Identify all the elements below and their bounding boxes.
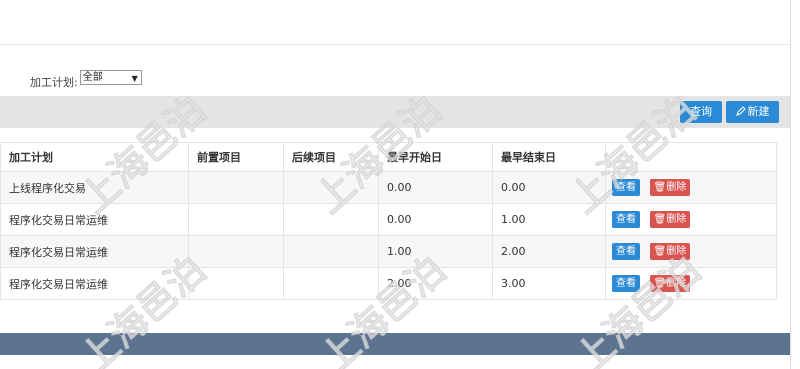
filter-label: 加工计划:: [30, 76, 78, 89]
plan-table: 加工计划 前置项目 后续项目 最早开始日 最早结束日 上线程序化交易 0.00 …: [0, 142, 777, 300]
view-button[interactable]: 查看: [612, 179, 640, 196]
delete-button[interactable]: 🗑删除: [649, 275, 691, 292]
trash-icon: 🗑: [653, 182, 667, 193]
query-button-label: 查询: [690, 105, 712, 118]
cell-start: 2.00: [378, 267, 493, 300]
header-plan: 加工计划: [0, 142, 189, 172]
cell-next: [283, 203, 379, 236]
cell-plan: 程序化交易日常运维: [0, 203, 189, 236]
cell-actions: 查看 🗑删除: [605, 267, 777, 300]
table-header-row: 加工计划 前置项目 后续项目 最早开始日 最早结束日: [0, 142, 777, 172]
cell-next: [283, 235, 379, 268]
cell-end: 0.00: [492, 171, 606, 204]
table-row: 程序化交易日常运维 2.00 3.00 查看 🗑删除: [0, 267, 777, 300]
cell-pre: [188, 235, 284, 268]
header-end: 最早结束日: [492, 142, 606, 172]
delete-button[interactable]: 🗑删除: [649, 211, 691, 228]
cell-actions: 查看 🗑删除: [605, 203, 777, 236]
plan-filter-select[interactable]: 全部 ▼: [79, 70, 142, 85]
table-row: 程序化交易日常运维 0.00 1.00 查看 🗑删除: [0, 203, 777, 236]
trash-icon: 🗑: [653, 278, 667, 289]
cell-start: 0.00: [378, 171, 493, 204]
cell-plan: 程序化交易日常运维: [0, 267, 189, 300]
view-button[interactable]: 查看: [612, 275, 640, 292]
new-button-label: 新建: [747, 105, 770, 118]
delete-button[interactable]: 🗑删除: [649, 179, 691, 196]
cell-actions: 查看 🗑删除: [605, 171, 777, 204]
cell-start: 0.00: [378, 203, 493, 236]
cell-pre: [188, 203, 284, 236]
delete-button[interactable]: 🗑删除: [649, 243, 691, 260]
cell-next: [283, 171, 379, 204]
cell-next: [283, 267, 379, 300]
cell-actions: 查看 🗑删除: [605, 235, 777, 268]
query-button[interactable]: 查询: [680, 101, 722, 123]
delete-label: 删除: [666, 246, 687, 257]
plan-filter-value: 全部: [82, 72, 103, 83]
header-pre: 前置项目: [188, 142, 284, 172]
right-edge: [790, 0, 791, 369]
header-actions: [605, 142, 777, 172]
cell-end: 2.00: [492, 235, 606, 268]
table-row: 上线程序化交易 0.00 0.00 查看 🗑删除: [0, 171, 777, 204]
new-button[interactable]: 新建: [726, 101, 779, 123]
delete-label: 删除: [666, 214, 687, 225]
cell-end: 1.00: [492, 203, 606, 236]
view-button[interactable]: 查看: [612, 211, 640, 228]
filter-row: 加工计划: 全部 ▼: [30, 70, 142, 90]
cell-pre: [188, 267, 284, 300]
cell-plan: 程序化交易日常运维: [0, 235, 189, 268]
cell-start: 1.00: [378, 235, 493, 268]
delete-label: 删除: [666, 278, 687, 289]
toolbar: 查询 新建: [0, 96, 790, 128]
delete-label: 删除: [666, 182, 687, 193]
view-button[interactable]: 查看: [612, 243, 640, 260]
trash-icon: 🗑: [653, 246, 667, 257]
cell-end: 3.00: [492, 267, 606, 300]
cell-plan: 上线程序化交易: [0, 171, 189, 204]
header-start: 最早开始日: [378, 142, 493, 172]
trash-icon: 🗑: [653, 214, 667, 225]
header-next: 后续项目: [283, 142, 379, 172]
table-row: 程序化交易日常运维 1.00 2.00 查看 🗑删除: [0, 235, 777, 268]
top-divider: [0, 44, 790, 45]
cell-pre: [188, 171, 284, 204]
footer-bar: [0, 333, 790, 355]
pencil-icon: [735, 106, 746, 116]
chevron-down-icon: ▼: [131, 74, 138, 83]
